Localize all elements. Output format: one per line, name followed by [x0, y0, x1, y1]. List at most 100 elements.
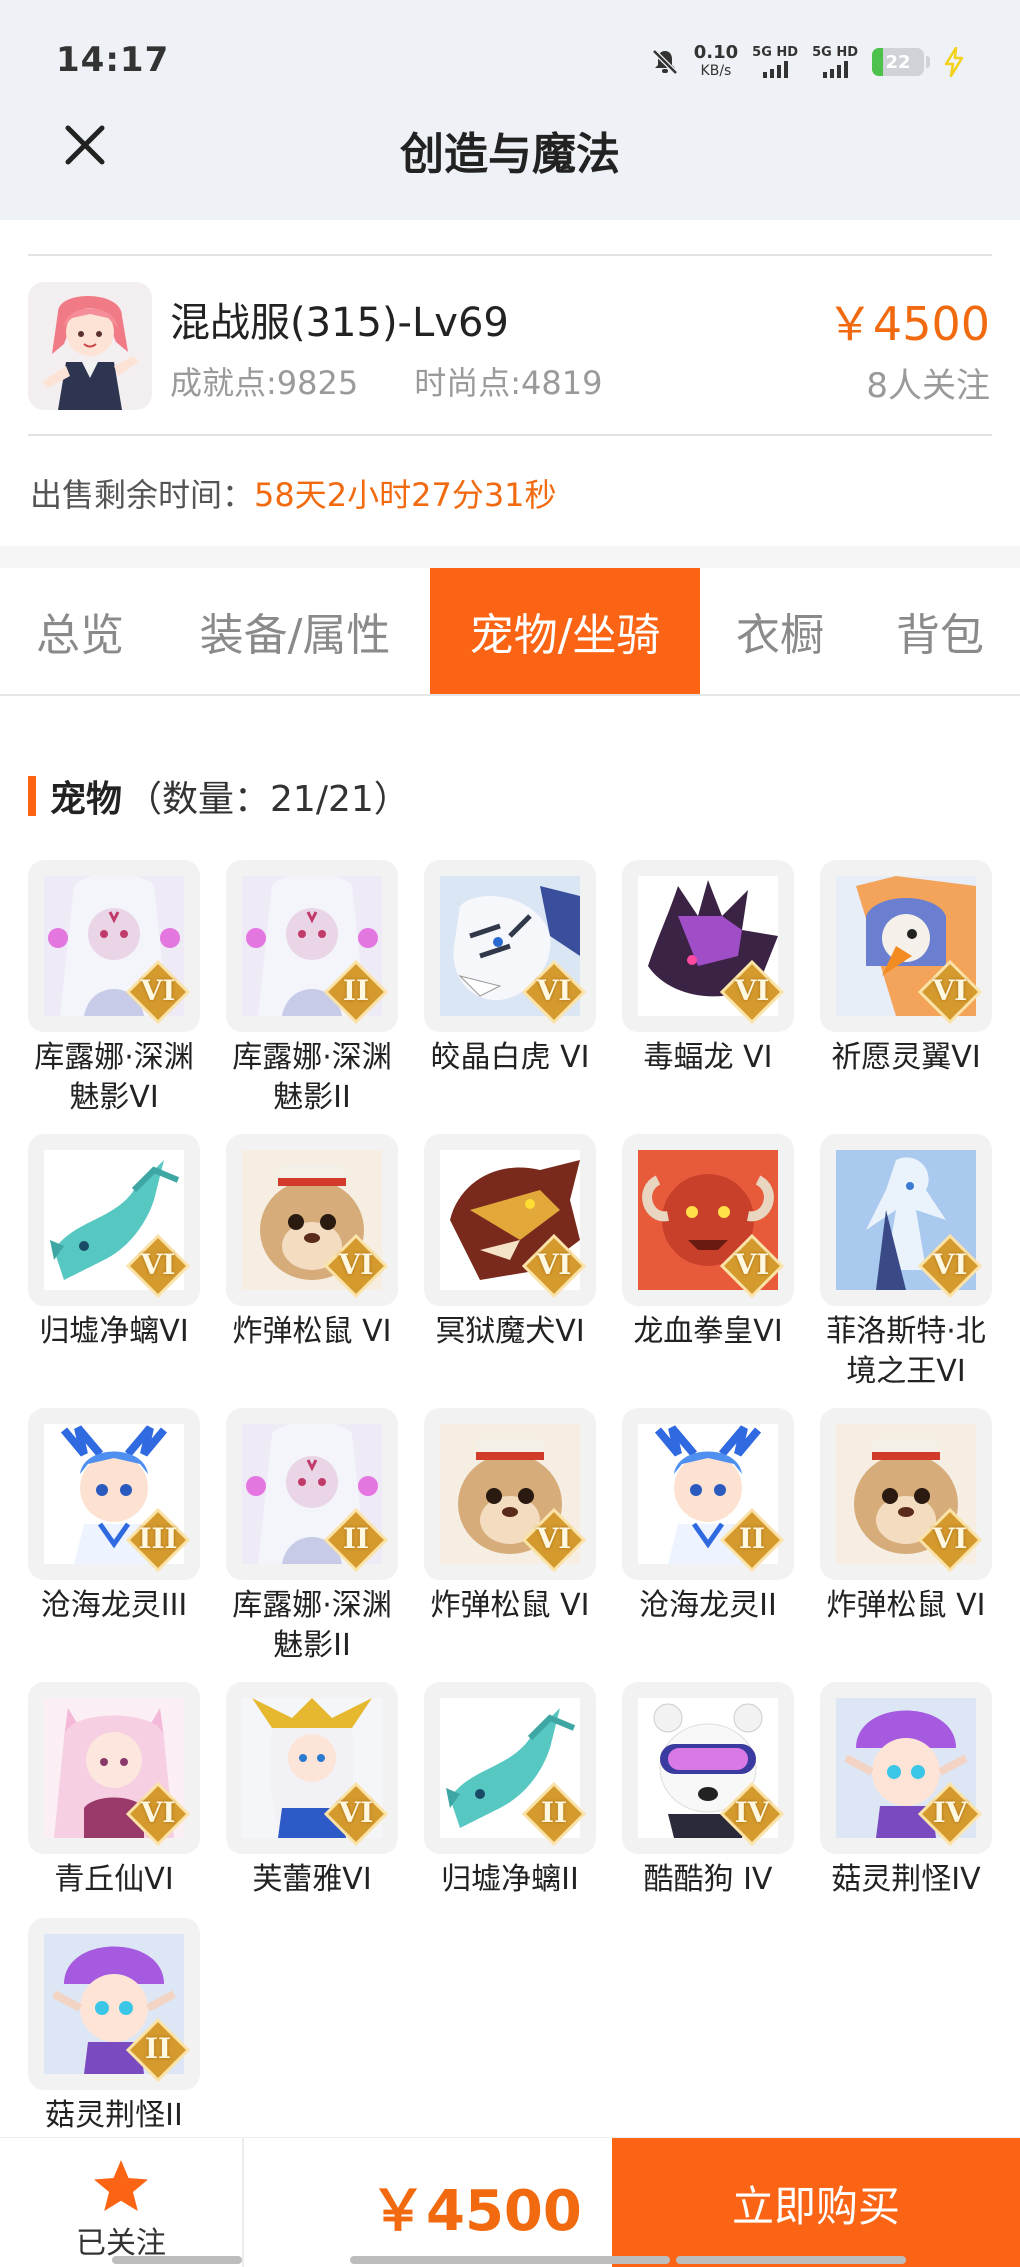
pet-portrait: VI: [820, 1134, 992, 1306]
pet-card[interactable]: VI 炸弹松鼠 VI: [226, 1134, 398, 1352]
pet-card[interactable]: VI 归墟净螭VI: [28, 1134, 200, 1352]
pet-card[interactable]: IV 菇灵荆怪IV: [820, 1682, 992, 1900]
pet-card[interactable]: VI 毒蝠龙 VI: [622, 860, 794, 1078]
signal-bars-icon: [762, 60, 788, 78]
pet-portrait: VI: [424, 1408, 596, 1580]
tab-bar: 总览 装备/属性 宠物/坐骑 衣橱 背包: [0, 568, 1020, 696]
pet-card[interactable]: II 库露娜·深渊魅影II: [226, 1408, 398, 1666]
follower-count: 8人关注: [866, 366, 990, 406]
pet-card[interactable]: II 库露娜·深渊魅影II: [226, 860, 398, 1118]
grade-badge-icon: II: [324, 1508, 388, 1572]
grade-label: II: [342, 974, 370, 1007]
pet-portrait: II: [28, 1918, 200, 2090]
network-speed: 0.10 KB/s: [693, 42, 739, 80]
pet-card[interactable]: VI 冥狱魔犬VI: [424, 1134, 596, 1352]
pet-portrait: VI: [424, 860, 596, 1032]
grade-badge-icon: VI: [324, 1234, 388, 1298]
tab-wardrobe[interactable]: 衣橱: [700, 568, 860, 694]
pet-portrait: VI: [226, 1134, 398, 1306]
tab-equipment[interactable]: 装备/属性: [160, 568, 430, 694]
battery-icon: 22: [872, 48, 930, 76]
pet-name: 炸弹松鼠 VI: [232, 1314, 392, 1349]
grade-label: VI: [140, 1796, 176, 1829]
grade-label: VI: [536, 974, 572, 1007]
divider: [28, 434, 992, 436]
top-header: 14:17 0.10 KB/s 5G HD 5G HD 22 创造与魔法: [0, 0, 1020, 220]
pet-name: 炸弹松鼠 VI: [826, 1588, 986, 1623]
grade-badge-icon: VI: [522, 960, 586, 1024]
status-time: 14:17: [56, 40, 170, 80]
pet-name: 祈愿灵翼VI: [831, 1040, 981, 1075]
follow-button[interactable]: 已关注: [0, 2138, 242, 2267]
pet-card[interactable]: IV 酷酷狗 IV: [622, 1682, 794, 1900]
grade-label: VI: [536, 1248, 572, 1281]
grade-label: VI: [932, 1248, 968, 1281]
grade-label: VI: [536, 1522, 572, 1555]
account-name: 混战服(315)-Lv69: [170, 300, 509, 346]
pet-name: 菇灵荆怪II: [45, 2098, 183, 2133]
grade-badge-icon: VI: [126, 1782, 190, 1846]
pet-name: 酷酷狗 IV: [643, 1862, 773, 1897]
fashion-points: 时尚点:4819: [414, 364, 603, 402]
pet-portrait: IV: [622, 1682, 794, 1854]
pet-name: 龙血拳皇VI: [633, 1314, 783, 1349]
grade-label: III: [138, 1522, 178, 1555]
pet-card[interactable]: II 沧海龙灵II: [622, 1408, 794, 1626]
pet-card[interactable]: VI 炸弹松鼠 VI: [424, 1408, 596, 1626]
tab-pets-mounts[interactable]: 宠物/坐骑: [430, 568, 700, 694]
buy-now-button[interactable]: 立即购买: [612, 2138, 1020, 2267]
pet-card[interactable]: III 沧海龙灵III: [28, 1408, 200, 1626]
grade-label: II: [738, 1522, 766, 1555]
mute-icon: [651, 49, 678, 75]
divider: [242, 2138, 244, 2267]
grade-badge-icon: VI: [918, 1508, 982, 1572]
signal-sim2: 5G HD: [812, 46, 858, 78]
pet-name: 沧海龙灵II: [639, 1588, 777, 1623]
pet-name: 毒蝠龙 VI: [643, 1040, 773, 1075]
pet-card[interactable]: VI 炸弹松鼠 VI: [820, 1408, 992, 1626]
grade-label: II: [342, 1522, 370, 1555]
sale-remaining-value: 58天2小时27分31秒: [254, 476, 557, 514]
pet-name: 炸弹松鼠 VI: [430, 1588, 590, 1623]
grade-label: II: [144, 2032, 172, 2065]
pet-card[interactable]: II 菇灵荆怪II: [28, 1918, 200, 2136]
character-avatar: [28, 282, 152, 410]
pets-count: （数量：21/21）: [126, 779, 410, 820]
pet-name: 归墟净螭VI: [39, 1314, 189, 1349]
pet-portrait: IV: [820, 1682, 992, 1854]
tab-backpack[interactable]: 背包: [860, 568, 1020, 694]
grade-badge-icon: VI: [720, 960, 784, 1024]
grade-badge-icon: VI: [720, 1234, 784, 1298]
pet-portrait: II: [622, 1408, 794, 1580]
bottom-price: ￥4500: [370, 2179, 582, 2244]
pet-card[interactable]: VI 龙血拳皇VI: [622, 1134, 794, 1352]
pet-name: 青丘仙VI: [54, 1862, 174, 1897]
grade-label: IV: [734, 1796, 770, 1829]
divider: [28, 254, 992, 256]
nav-indicator: [350, 2256, 670, 2264]
pet-card[interactable]: VI 祈愿灵翼VI: [820, 860, 992, 1078]
grade-badge-icon: VI: [126, 960, 190, 1024]
pet-name: 沧海龙灵III: [40, 1588, 188, 1623]
grade-label: VI: [734, 974, 770, 1007]
star-icon: [94, 2160, 148, 2211]
pet-portrait: II: [226, 860, 398, 1032]
pet-name: 芙蕾雅VI: [252, 1862, 372, 1897]
achievement-points: 成就点:9825: [170, 364, 359, 402]
grade-label: VI: [140, 974, 176, 1007]
price: ￥4500: [826, 297, 990, 351]
pet-card[interactable]: VI 青丘仙VI: [28, 1682, 200, 1900]
pet-card[interactable]: II 归墟净螭II: [424, 1682, 596, 1900]
page-title: 创造与魔法: [400, 129, 620, 180]
tab-overview[interactable]: 总览: [0, 568, 160, 694]
pet-name: 库露娜·深渊魅影II: [232, 1588, 392, 1663]
grade-label: VI: [734, 1248, 770, 1281]
pet-card[interactable]: VI 皎晶白虎 VI: [424, 860, 596, 1078]
section-gap: [0, 546, 1020, 568]
nav-indicator: [112, 2256, 242, 2264]
grade-badge-icon: II: [126, 2018, 190, 2082]
grade-label: VI: [932, 1522, 968, 1555]
pet-card[interactable]: VI 菲洛斯特·北境之王VI: [820, 1134, 992, 1392]
pet-card[interactable]: VI 库露娜·深渊魅影VI: [28, 860, 200, 1118]
pet-card[interactable]: VI 芙蕾雅VI: [226, 1682, 398, 1900]
